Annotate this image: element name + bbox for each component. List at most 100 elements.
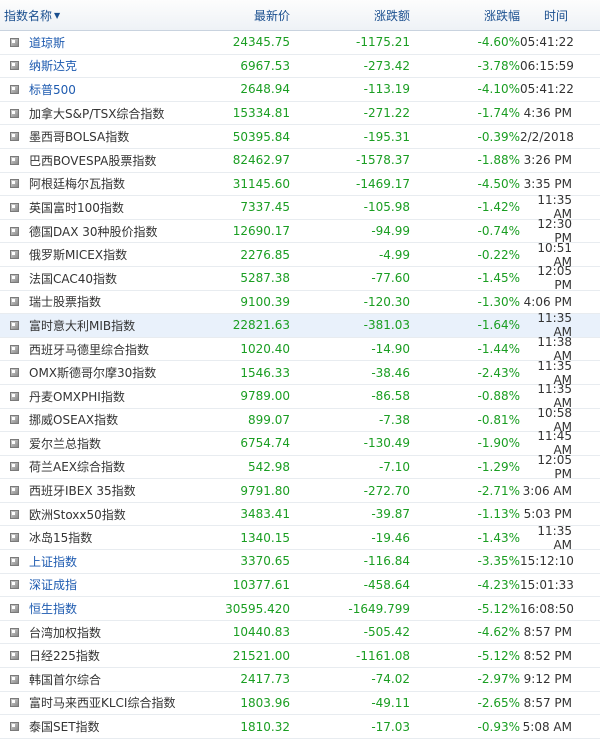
table-row[interactable]: 富时意大利MIB指数 22821.63 -381.03 -1.64% 11:35 AM — [0, 311, 600, 339]
bookmark-icon[interactable] — [10, 179, 19, 189]
table-row[interactable]: 墨西哥BOLSA指数 50395.84 -195.31 -0.39% 2/2/2018 — [0, 125, 600, 149]
bookmark-icon[interactable] — [10, 674, 19, 684]
table-row[interactable]: 法国CAC40指数 5287.38 -77.60 -1.45% 12:05 PM — [0, 264, 600, 292]
table-row[interactable]: 标普500 2648.94 -113.19 -4.10% 05:41:22 — [0, 78, 600, 102]
table-row[interactable]: 日经225指数 21521.00 -1161.08 -5.12% 8:52 PM — [0, 644, 600, 669]
index-name: 荷兰AEX综合指数 — [29, 460, 126, 475]
bookmark-icon[interactable] — [10, 108, 19, 118]
quote-time: 06:15:59 — [520, 58, 574, 73]
index-name: 加拿大S&P/TSX综合指数 — [29, 106, 165, 121]
index-name: 西班牙马德里综合指数 — [29, 342, 150, 357]
change-percent: -5.12% — [477, 648, 520, 663]
bookmark-icon[interactable] — [10, 627, 19, 637]
latest-price: 15334.81 — [232, 106, 290, 121]
bookmark-icon[interactable] — [10, 297, 19, 307]
bookmark-icon[interactable] — [10, 132, 19, 142]
index-name[interactable]: 恒生指数 — [29, 600, 77, 617]
table-row[interactable]: 挪威OSEAX指数 899.07 -7.38 -0.81% 10:58 AM — [0, 406, 600, 434]
table-row[interactable]: 瑞士股票指数 9100.39 -120.30 -1.30% 4:06 PM — [0, 291, 600, 315]
table-row[interactable]: 纳斯达克 6967.53 -273.42 -3.78% 06:15:59 — [0, 55, 600, 79]
bookmark-icon[interactable] — [10, 509, 19, 519]
table-row[interactable]: 荷兰AEX综合指数 542.98 -7.10 -1.29% 12:05 PM — [0, 453, 600, 481]
bookmark-icon[interactable] — [10, 368, 19, 378]
bookmark-icon[interactable] — [10, 391, 19, 401]
bookmark-icon[interactable] — [10, 37, 19, 47]
latest-price: 1803.96 — [240, 695, 290, 710]
header-change[interactable]: 涨跌额 — [290, 7, 410, 24]
bookmark-icon[interactable] — [10, 273, 19, 283]
quote-time: 8:52 PM — [523, 648, 572, 663]
latest-price: 3483.41 — [240, 507, 290, 522]
index-name[interactable]: 上证指数 — [29, 553, 77, 570]
change-amount: -381.03 — [363, 318, 410, 333]
bookmark-icon[interactable] — [10, 61, 19, 71]
latest-price: 10440.83 — [232, 625, 290, 640]
index-name: 挪威OSEAX指数 — [29, 413, 119, 428]
quote-time: 8:57 PM — [523, 695, 572, 710]
table-row[interactable]: 丹麦OMXPHI指数 9789.00 -86.58 -0.88% 11:35 AM — [0, 382, 600, 410]
header-pct[interactable]: 涨跌幅 — [410, 7, 520, 24]
bookmark-icon[interactable] — [10, 462, 19, 472]
table-row[interactable]: 欧洲Stoxx50指数 3483.41 -39.87 -1.13% 5:03 PM — [0, 503, 600, 527]
table-row[interactable]: OMX斯德哥尔摩30指数 1546.33 -38.46 -2.43% 11:35 AM — [0, 359, 600, 387]
table-row[interactable]: 西班牙IBEX 35指数 9791.80 -272.70 -2.71% 3:06 AM — [0, 479, 600, 503]
header-price[interactable]: 最新价 — [190, 7, 290, 24]
bookmark-icon[interactable] — [10, 556, 19, 566]
change-amount: -1469.17 — [356, 176, 410, 191]
bookmark-icon[interactable] — [10, 604, 19, 614]
table-row[interactable]: 英国富时100指数 7337.45 -105.98 -1.42% 11:35 AM — [0, 193, 600, 221]
index-name: 英国富时100指数 — [29, 200, 124, 215]
bookmark-icon[interactable] — [10, 651, 19, 661]
latest-price: 24345.75 — [232, 35, 290, 50]
row-name-cell: 富时意大利MIB指数 — [0, 317, 190, 334]
table-row[interactable]: 冰岛15指数 1340.15 -19.46 -1.43% 11:35 AM — [0, 524, 600, 552]
table-row[interactable]: 恒生指数 30595.420 -1649.799 -5.12% 16:08:50 — [0, 597, 600, 621]
table-row[interactable]: 上证指数 3370.65 -116.84 -3.35% 15:12:10 — [0, 550, 600, 574]
table-row[interactable]: 深证成指 10377.61 -458.64 -4.23% 15:01:33 — [0, 574, 600, 598]
bookmark-icon[interactable] — [10, 202, 19, 212]
bookmark-icon[interactable] — [10, 344, 19, 354]
header-time[interactable]: 时间 — [520, 7, 590, 24]
row-name-cell: 日经225指数 — [0, 647, 190, 664]
change-amount: -1175.21 — [356, 35, 410, 50]
bookmark-icon[interactable] — [10, 722, 19, 732]
row-name-cell: 恒生指数 — [0, 600, 190, 617]
latest-price: 21521.00 — [232, 648, 290, 663]
bookmark-icon[interactable] — [10, 486, 19, 496]
table-row[interactable]: 巴西BOVESPA股票指数 82462.97 -1578.37 -1.88% 3:26 … — [0, 149, 600, 173]
change-amount: -14.90 — [371, 342, 410, 357]
bookmark-icon[interactable] — [10, 698, 19, 708]
table-row[interactable]: 德国DAX 30种股价指数 12690.17 -94.99 -0.74% 12:30 P… — [0, 217, 600, 245]
bookmark-icon[interactable] — [10, 415, 19, 425]
table-row[interactable]: 爱尔兰总指数 6754.74 -130.49 -1.90% 11:45 AM — [0, 429, 600, 457]
bookmark-icon[interactable] — [10, 84, 19, 94]
table-row[interactable]: 俄罗斯MICEX指数 2276.85 -4.99 -0.22% 10:51 AM — [0, 241, 600, 269]
index-name[interactable]: 深证成指 — [29, 576, 77, 593]
bookmark-icon[interactable] — [10, 250, 19, 260]
index-name[interactable]: 道琼斯 — [29, 34, 65, 51]
bookmark-icon[interactable] — [10, 438, 19, 448]
bookmark-icon[interactable] — [10, 226, 19, 236]
row-name-cell: 欧洲Stoxx50指数 — [0, 506, 190, 523]
table-row[interactable]: 道琼斯 24345.75 -1175.21 -4.60% 05:41:22 — [0, 31, 600, 55]
quote-time: 3:26 PM — [523, 153, 572, 168]
table-row[interactable]: 加拿大S&P/TSX综合指数 15334.81 -271.22 -1.74% 4:36 … — [0, 102, 600, 126]
change-percent: -1.29% — [477, 459, 520, 474]
change-percent: -1.74% — [477, 106, 520, 121]
bookmark-icon[interactable] — [10, 580, 19, 590]
index-name[interactable]: 纳斯达克 — [29, 57, 77, 74]
table-row[interactable]: 阿根廷梅尔瓦指数 31145.60 -1469.17 -4.50% 3:35 PM — [0, 173, 600, 197]
change-amount: -1578.37 — [356, 153, 410, 168]
change-percent: -1.90% — [477, 436, 520, 451]
change-amount: -113.19 — [363, 82, 410, 97]
bookmark-icon[interactable] — [10, 155, 19, 165]
index-name[interactable]: 标普500 — [29, 81, 76, 98]
bookmark-icon[interactable] — [10, 533, 19, 543]
table-row[interactable]: 韩国首尔综合 2417.73 -74.02 -2.97% 9:12 PM — [0, 668, 600, 692]
bookmark-icon[interactable] — [10, 320, 19, 330]
table-row[interactable]: 西班牙马德里综合指数 1020.40 -14.90 -1.44% 11:38 AM — [0, 335, 600, 363]
table-row[interactable]: 台湾加权指数 10440.83 -505.42 -4.62% 8:57 PM — [0, 621, 600, 645]
table-row[interactable]: 泰国SET指数 1810.32 -17.03 -0.93% 5:08 AM — [0, 715, 600, 739]
header-name[interactable]: 指数名称 ▼ — [0, 7, 190, 24]
row-name-cell: 深证成指 — [0, 576, 190, 593]
